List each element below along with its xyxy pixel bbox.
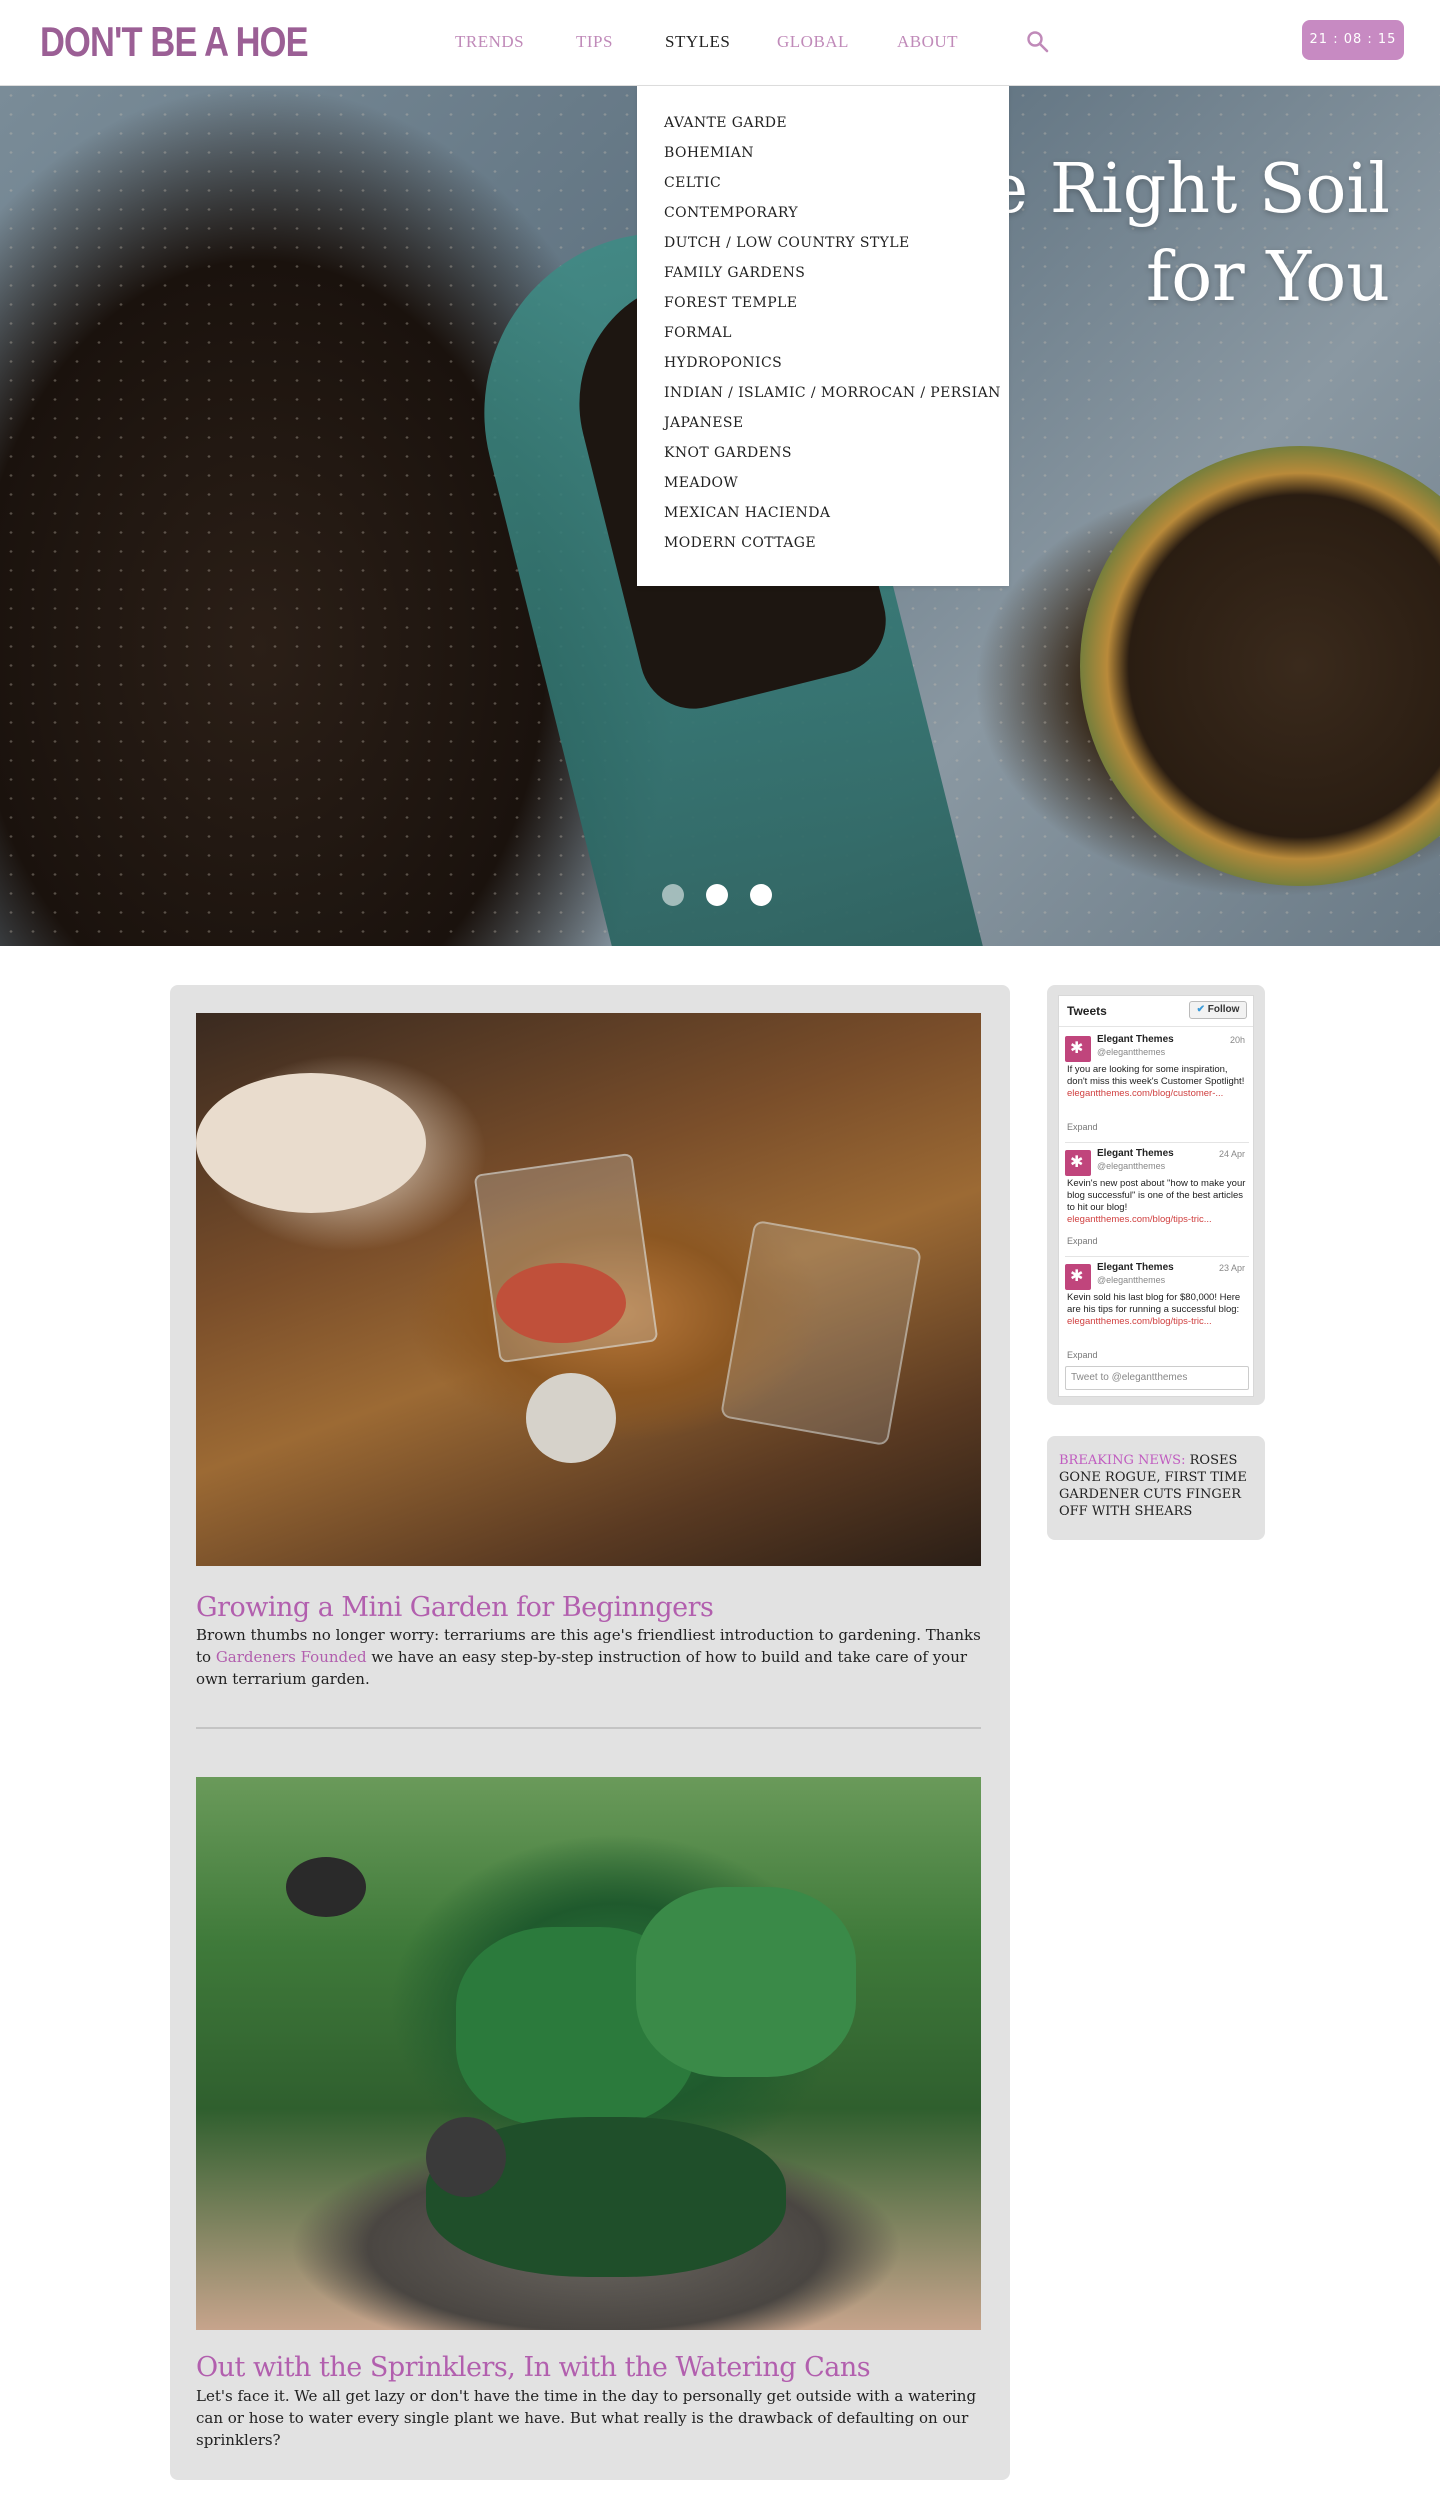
- tweet-author[interactable]: Elegant Themes: [1097, 1034, 1174, 1045]
- dropdown-item-knot-gardens[interactable]: KNOT GARDENS: [664, 438, 1009, 468]
- avatar[interactable]: [1065, 1036, 1091, 1062]
- dropdown-item-modern-cottage[interactable]: MODERN COTTAGE: [664, 528, 1009, 558]
- slider-dot-3[interactable]: [750, 884, 772, 906]
- tweet-expand[interactable]: Expand: [1067, 1122, 1098, 1132]
- site-header: DON'T BE A HOE TRENDS TIPS STYLES GLOBAL…: [0, 0, 1440, 86]
- nav-styles[interactable]: STYLES: [665, 32, 777, 52]
- styles-dropdown-menu: AVANTE GARDE BOHEMIAN CELTIC CONTEMPORAR…: [637, 86, 1009, 586]
- tweet-body: Kevin sold his last blog for $80,000! He…: [1067, 1292, 1241, 1315]
- twitter-bird-icon: ✔: [1196, 1004, 1205, 1015]
- tweet-link[interactable]: elegantthemes.com/blog/tips-tric...: [1067, 1214, 1212, 1225]
- tweet-link[interactable]: elegantthemes.com/blog/customer-...: [1067, 1088, 1223, 1099]
- main-nav: TRENDS TIPS STYLES GLOBAL ABOUT: [455, 32, 977, 52]
- clock-badge: 21 : 08 : 15: [1302, 20, 1404, 60]
- post-excerpt-mini-garden: Brown thumbs no longer worry: terrariums…: [196, 1624, 986, 1690]
- tweet-handle[interactable]: @elegantthemes: [1097, 1275, 1165, 1285]
- tweet-text: Kevin sold his last blog for $80,000! He…: [1067, 1292, 1249, 1328]
- rock-shape: [526, 1373, 616, 1463]
- terrarium-soil-shape: [496, 1263, 626, 1343]
- post-excerpt-watering-cans: Let's face it. We all get lazy or don't …: [196, 2387, 977, 2449]
- slider-dot-2[interactable]: [706, 884, 728, 906]
- avatar[interactable]: [1065, 1150, 1091, 1176]
- tweet-handle[interactable]: @elegantthemes: [1097, 1047, 1165, 1057]
- avatar[interactable]: [1065, 1264, 1091, 1290]
- tweet-time[interactable]: 23 Apr: [1219, 1263, 1245, 1273]
- tweet-time[interactable]: 24 Apr: [1219, 1149, 1245, 1159]
- tweet-expand[interactable]: Expand: [1067, 1236, 1098, 1246]
- dropdown-item-avante-garde[interactable]: AVANTE GARDE: [664, 108, 1009, 138]
- post-title-mini-garden[interactable]: Growing a Mini Garden for Beginngers: [196, 1592, 986, 1623]
- tweet-compose-input[interactable]: Tweet to @elegantthemes: [1065, 1366, 1249, 1390]
- breaking-news-card: BREAKING NEWS: ROSES GONE ROGUE, FIRST T…: [1047, 1436, 1265, 1540]
- follow-label: Follow: [1207, 1004, 1240, 1015]
- tweet-link[interactable]: elegantthemes.com/blog/tips-tric...: [1067, 1316, 1212, 1327]
- tweet-time[interactable]: 20h: [1230, 1035, 1245, 1045]
- hand-sleeve-shape: [196, 1073, 426, 1213]
- dropdown-item-formal[interactable]: FORMAL: [664, 318, 1009, 348]
- tweets-widget: Tweets ✔ Follow Elegant Themes @elegantt…: [1058, 995, 1254, 1397]
- tweet-text: Kevin's new post about "how to make your…: [1067, 1178, 1249, 1226]
- dropdown-item-mexican-hacienda[interactable]: MEXICAN HACIENDA: [664, 498, 1009, 528]
- slider-dot-1[interactable]: [662, 884, 684, 906]
- dropdown-item-hydroponics[interactable]: HYDROPONICS: [664, 348, 1009, 378]
- tweet-body: If you are looking for some inspiration,…: [1067, 1064, 1245, 1087]
- dropdown-item-bohemian[interactable]: BOHEMIAN: [664, 138, 1009, 168]
- post-image-terrarium[interactable]: [196, 1013, 981, 1566]
- tweet-expand[interactable]: Expand: [1067, 1350, 1098, 1360]
- tweet-item[interactable]: Elegant Themes @elegantthemes 24 Apr Kev…: [1065, 1148, 1249, 1253]
- nav-about[interactable]: ABOUT: [897, 32, 977, 52]
- tweet-handle[interactable]: @elegantthemes: [1097, 1161, 1165, 1171]
- can-spout-shape-2: [426, 2117, 506, 2197]
- tweet-item[interactable]: Elegant Themes @elegantthemes 23 Apr Kev…: [1065, 1262, 1249, 1367]
- dropdown-item-forest-temple[interactable]: FOREST TEMPLE: [664, 288, 1009, 318]
- follow-button[interactable]: ✔ Follow: [1189, 1001, 1247, 1019]
- dropdown-item-meadow[interactable]: MEADOW: [664, 468, 1009, 498]
- tweet-body: Kevin's new post about "how to make your…: [1067, 1178, 1246, 1213]
- can-spout-shape: [286, 1857, 366, 1917]
- post-divider: [196, 1727, 981, 1729]
- tweet-author[interactable]: Elegant Themes: [1097, 1262, 1174, 1273]
- slider-dots: [662, 884, 794, 906]
- watering-can-shape-2: [636, 1887, 856, 2077]
- nav-trends[interactable]: TRENDS: [455, 32, 576, 52]
- post-title-watering-cans[interactable]: Out with the Sprinklers, In with the Wat…: [196, 2352, 986, 2383]
- tweet-divider: [1065, 1256, 1249, 1257]
- terrarium-glass-shape-2: [719, 1219, 923, 1447]
- tweet-item[interactable]: Elegant Themes @elegantthemes 20h If you…: [1065, 1034, 1249, 1139]
- tweet-author[interactable]: Elegant Themes: [1097, 1148, 1174, 1159]
- tweets-header-divider: [1059, 1026, 1253, 1027]
- dropdown-item-family-gardens[interactable]: FAMILY GARDENS: [664, 258, 1009, 288]
- search-icon[interactable]: [1026, 30, 1050, 54]
- dropdown-item-japanese[interactable]: JAPANESE: [664, 408, 1009, 438]
- dropdown-item-indian-islamic[interactable]: INDIAN / ISLAMIC / MORROCAN / PERSIAN: [664, 378, 1009, 408]
- post-image-watering-cans[interactable]: [196, 1777, 981, 2330]
- tweet-divider: [1065, 1142, 1249, 1143]
- gardeners-founded-link[interactable]: Gardeners Founded: [216, 1648, 367, 1666]
- tweets-heading: Tweets: [1067, 1004, 1107, 1018]
- dropdown-item-dutch[interactable]: DUTCH / LOW COUNTRY STYLE: [664, 228, 1009, 258]
- dropdown-item-contemporary[interactable]: CONTEMPORARY: [664, 198, 1009, 228]
- breaking-news-label: BREAKING NEWS:: [1059, 1453, 1186, 1468]
- nav-tips[interactable]: TIPS: [576, 32, 665, 52]
- site-logo[interactable]: DON'T BE A HOE: [40, 18, 309, 66]
- nav-global[interactable]: GLOBAL: [777, 32, 897, 52]
- dropdown-item-celtic[interactable]: CELTIC: [664, 168, 1009, 198]
- tweet-text: If you are looking for some inspiration,…: [1067, 1064, 1249, 1100]
